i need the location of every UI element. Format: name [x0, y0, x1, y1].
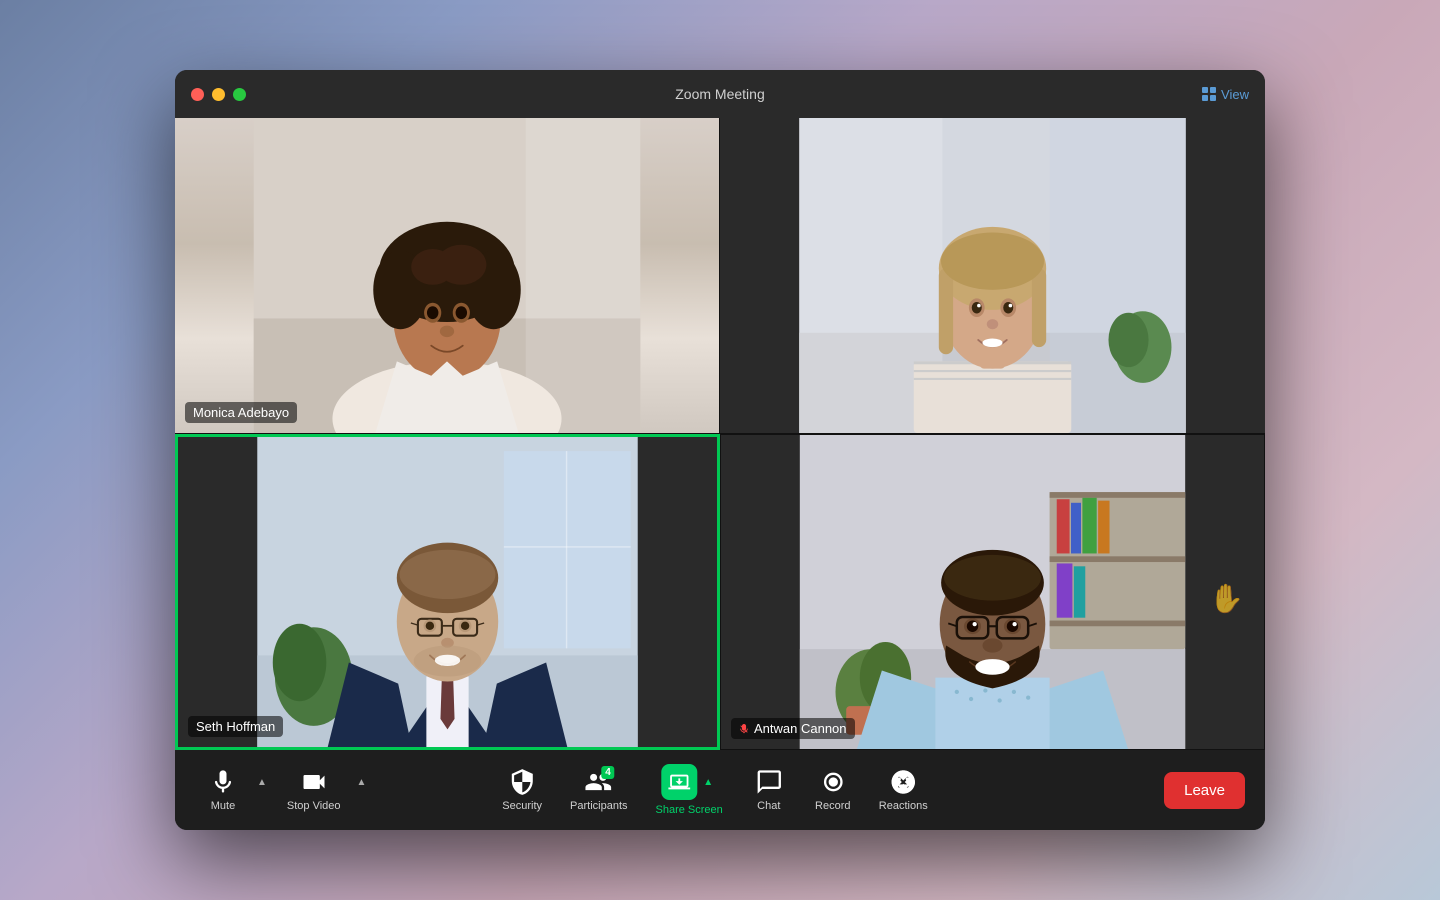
antwan-name: Antwan Cannon: [754, 721, 847, 736]
mute-label: Mute: [211, 800, 235, 812]
seth-avatar: [178, 437, 717, 747]
titlebar: Zoom Meeting View: [175, 70, 1265, 118]
video-icon: [300, 768, 328, 796]
participants-button[interactable]: 4 Participants: [558, 762, 639, 818]
reactions-label: Reactions: [879, 800, 928, 812]
participants-badge: 4: [601, 766, 615, 779]
view-icon: [1202, 87, 1216, 101]
chat-button[interactable]: Chat: [739, 762, 799, 818]
toolbar-wrapper: Mute ▲ Stop Video ▲: [185, 750, 1245, 830]
muted-mic-icon: [739, 724, 749, 734]
woman2-avatar: [720, 118, 1265, 433]
toolbar: Mute ▲ Stop Video ▲: [175, 750, 1265, 830]
zoom-window: Zoom Meeting View: [175, 70, 1265, 830]
toolbar-right: Leave: [1164, 772, 1245, 809]
toolbar-center: Security 4 Participants: [490, 758, 939, 822]
antwan-avatar: [721, 435, 1264, 749]
security-icon: [508, 768, 536, 796]
share-screen-chevron[interactable]: ▲: [699, 771, 717, 794]
reactions-icon: [889, 768, 917, 796]
seth-label: Seth Hoffman: [188, 716, 283, 737]
share-screen-icon: [668, 771, 690, 793]
seth-name: Seth Hoffman: [196, 719, 275, 734]
leave-button[interactable]: Leave: [1164, 772, 1245, 809]
window-controls: [191, 88, 246, 101]
monica-label: Monica Adebayo: [185, 402, 297, 423]
reactions-button[interactable]: Reactions: [867, 762, 940, 818]
mute-button[interactable]: Mute: [193, 762, 253, 818]
reaction-hand: ✋: [1209, 582, 1244, 615]
share-screen-button[interactable]: ▲ Share Screen: [644, 758, 735, 822]
chat-icon: [755, 768, 783, 796]
window-title: Zoom Meeting: [675, 86, 764, 102]
video-grid: Monica Adebayo: [175, 118, 1265, 750]
share-screen-icon-bg: [661, 764, 697, 800]
minimize-button[interactable]: [212, 88, 225, 101]
view-button[interactable]: View: [1202, 87, 1249, 102]
close-button[interactable]: [191, 88, 204, 101]
stop-video-button[interactable]: Stop Video: [275, 762, 353, 818]
security-label: Security: [502, 800, 542, 812]
record-icon: [819, 768, 847, 796]
share-screen-label: Share Screen: [656, 804, 723, 816]
mic-icon: [209, 768, 237, 796]
video-group: Stop Video ▲: [275, 762, 371, 818]
antwan-label: Antwan Cannon: [731, 718, 855, 739]
participants-icon-container: 4: [585, 768, 613, 796]
video-tile-woman2: [720, 118, 1265, 434]
monica-avatar: [175, 118, 719, 433]
video-chevron[interactable]: ▲: [353, 771, 371, 794]
participants-label: Participants: [570, 800, 627, 812]
record-button[interactable]: Record: [803, 762, 863, 818]
stop-video-label: Stop Video: [287, 800, 341, 812]
video-tile-antwan: ✋ Antwan Cannon: [720, 434, 1265, 750]
monica-name: Monica Adebayo: [193, 405, 289, 420]
record-label: Record: [815, 800, 850, 812]
video-tile-monica: Monica Adebayo: [175, 118, 720, 434]
chat-label: Chat: [757, 800, 780, 812]
mute-chevron[interactable]: ▲: [253, 771, 271, 794]
mute-group: Mute ▲: [193, 762, 271, 818]
security-button[interactable]: Security: [490, 762, 554, 818]
maximize-button[interactable]: [233, 88, 246, 101]
view-label: View: [1221, 87, 1249, 102]
video-tile-seth: Seth Hoffman: [175, 434, 720, 750]
